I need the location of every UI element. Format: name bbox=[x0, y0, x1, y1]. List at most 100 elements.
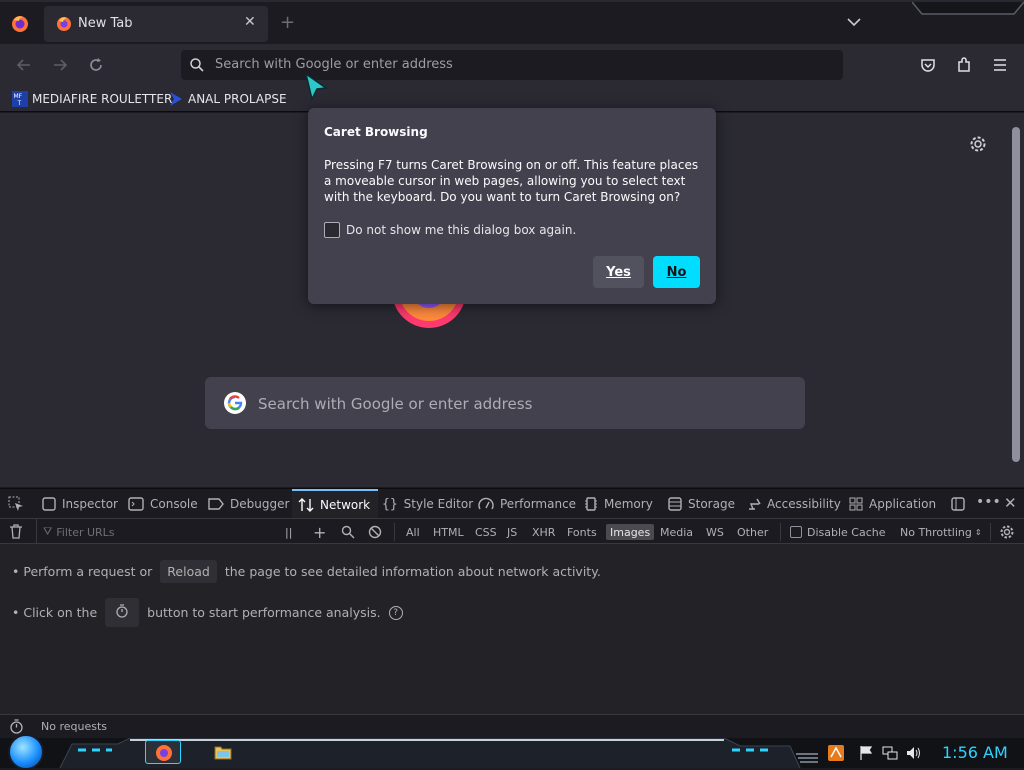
filter-placeholder: Filter URLs bbox=[56, 525, 115, 539]
tab-style-editor[interactable]: {} Style Editor bbox=[382, 489, 473, 519]
hint-text: • Perform a request or bbox=[12, 564, 153, 579]
disable-cache-checkbox[interactable]: Disable Cache bbox=[790, 519, 886, 545]
tab-memory[interactable]: Memory bbox=[584, 489, 653, 519]
bookmark-icon bbox=[170, 92, 182, 106]
tab-network[interactable]: Network bbox=[292, 489, 379, 519]
filter-other[interactable]: Other bbox=[737, 519, 768, 545]
bookmark-mediafire[interactable]: MF T MEDIAFIRE ROULETTER bbox=[12, 90, 172, 108]
search-icon[interactable] bbox=[341, 525, 355, 539]
address-bar[interactable]: Search with Google or enter address bbox=[181, 50, 843, 80]
filter-css[interactable]: CSS bbox=[475, 519, 497, 545]
settings-gear-icon[interactable] bbox=[999, 524, 1015, 540]
no-button[interactable]: No bbox=[653, 256, 700, 288]
element-picker-icon[interactable] bbox=[8, 496, 24, 512]
help-icon[interactable]: ? bbox=[388, 605, 403, 620]
dont-show-again-label[interactable]: Do not show me this dialog box again. bbox=[346, 223, 576, 237]
dialog-title: Caret Browsing bbox=[324, 125, 428, 139]
filter-images[interactable]: Images bbox=[606, 524, 655, 540]
chevron-down-icon[interactable] bbox=[846, 14, 862, 30]
network-tray-icon[interactable] bbox=[882, 745, 898, 761]
throttling-value: No Throttling bbox=[900, 525, 972, 539]
filter-all[interactable]: All bbox=[406, 519, 420, 545]
tab-strip: New Tab ✕ + bbox=[0, 0, 1024, 44]
stopwatch-icon[interactable] bbox=[9, 719, 24, 734]
reload-icon[interactable] bbox=[87, 56, 105, 74]
tab-application[interactable]: Application bbox=[849, 489, 936, 519]
style-editor-icon: {} bbox=[382, 496, 398, 512]
tab-performance[interactable]: Performance bbox=[478, 489, 576, 519]
toolbar-divider bbox=[990, 523, 991, 541]
filter-js[interactable]: JS bbox=[507, 519, 517, 545]
flag-icon[interactable] bbox=[858, 745, 874, 761]
tab-label: Debugger bbox=[230, 497, 290, 511]
filter-media[interactable]: Media bbox=[660, 519, 693, 545]
pocket-icon[interactable] bbox=[919, 56, 937, 74]
yes-button[interactable]: Yes bbox=[593, 256, 644, 288]
tab-accessibility[interactable]: Accessibility bbox=[747, 489, 841, 519]
file-explorer-icon[interactable] bbox=[214, 744, 232, 760]
bookmark-anal-prolapse[interactable]: ANAL PROLAPSE bbox=[168, 90, 287, 108]
dock-icon[interactable] bbox=[950, 496, 966, 512]
taskbar-firefox[interactable] bbox=[145, 740, 181, 764]
network-toolbar: ⛛ Filter URLs || + All HTML CSS JS XHR F… bbox=[0, 518, 1024, 545]
forward-arrow-icon[interactable] bbox=[51, 56, 69, 74]
tab-label: Accessibility bbox=[767, 497, 841, 511]
tab-inspector[interactable]: Inspector bbox=[42, 489, 118, 519]
firefox-icon bbox=[57, 17, 71, 31]
disable-cache-label: Disable Cache bbox=[807, 525, 886, 539]
bookmark-label: MEDIAFIRE ROULETTER bbox=[32, 92, 173, 106]
hint-reload: • Perform a request or Reload the page t… bbox=[12, 560, 601, 583]
page-scrollbar[interactable] bbox=[1008, 113, 1024, 487]
debugger-icon bbox=[208, 498, 224, 510]
pause-icon[interactable]: || bbox=[285, 519, 292, 545]
close-devtools-icon[interactable]: ✕ bbox=[1004, 494, 1017, 512]
filter-urls-input[interactable]: ⛛ Filter URLs bbox=[36, 519, 276, 545]
tab-storage[interactable]: Storage bbox=[668, 489, 735, 519]
tab-console[interactable]: Console bbox=[128, 489, 198, 519]
filter-fonts[interactable]: Fonts bbox=[567, 519, 597, 545]
bookmark-label: ANAL PROLAPSE bbox=[188, 92, 287, 106]
performance-analysis-button[interactable] bbox=[105, 598, 140, 627]
dropdown-arrows-icon: ⇕ bbox=[974, 527, 982, 537]
filter-ws[interactable]: WS bbox=[706, 519, 724, 545]
throttling-select[interactable]: No Throttling ⇕ bbox=[900, 519, 982, 545]
tab-label: Storage bbox=[688, 497, 735, 511]
status-text: No requests bbox=[41, 720, 107, 733]
trash-icon[interactable] bbox=[9, 524, 23, 539]
checkbox-box bbox=[790, 526, 802, 538]
filter-html[interactable]: HTML bbox=[433, 519, 464, 545]
search-icon bbox=[190, 58, 204, 72]
tray-app-icon[interactable] bbox=[828, 745, 844, 761]
more-options-icon[interactable]: ••• bbox=[976, 494, 1001, 510]
dont-show-again-checkbox[interactable] bbox=[324, 222, 340, 238]
svg-text:T: T bbox=[17, 100, 22, 107]
start-button[interactable] bbox=[8, 734, 44, 770]
reload-button[interactable]: Reload bbox=[160, 560, 217, 583]
hamburger-menu-icon[interactable] bbox=[991, 56, 1009, 74]
filter-xhr[interactable]: XHR bbox=[532, 519, 555, 545]
firefox-menu-icon[interactable] bbox=[10, 14, 30, 34]
plus-icon[interactable]: + bbox=[313, 519, 326, 545]
block-icon[interactable] bbox=[368, 525, 382, 539]
close-tab-icon[interactable]: ✕ bbox=[244, 14, 256, 30]
tab-new-tab[interactable]: New Tab ✕ bbox=[44, 6, 268, 42]
volume-icon[interactable] bbox=[905, 745, 921, 761]
clock[interactable]: 1:56 AM bbox=[942, 743, 1008, 762]
back-arrow-icon[interactable] bbox=[15, 56, 33, 74]
devtools-tab-bar: Inspector Console Debugger Network {} St… bbox=[0, 488, 1024, 519]
tab-label: Style Editor bbox=[403, 497, 474, 511]
gear-icon[interactable] bbox=[968, 134, 988, 154]
tab-label: Console bbox=[150, 497, 198, 511]
stopwatch-icon bbox=[116, 604, 128, 618]
scrollbar-thumb[interactable] bbox=[1012, 127, 1020, 462]
filter-icon: ⛛ bbox=[43, 525, 53, 538]
newtab-search-box[interactable]: Search with Google or enter address bbox=[205, 377, 805, 429]
extensions-icon[interactable] bbox=[955, 56, 973, 74]
tab-debugger[interactable]: Debugger bbox=[208, 489, 289, 519]
firefox-icon bbox=[156, 745, 172, 761]
new-tab-button[interactable]: + bbox=[280, 12, 295, 33]
dialog-message: Pressing F7 turns Caret Browsing on or o… bbox=[324, 158, 699, 204]
theme-decoration bbox=[912, 2, 1024, 15]
network-icon bbox=[298, 498, 314, 512]
address-bar-placeholder: Search with Google or enter address bbox=[215, 57, 453, 72]
